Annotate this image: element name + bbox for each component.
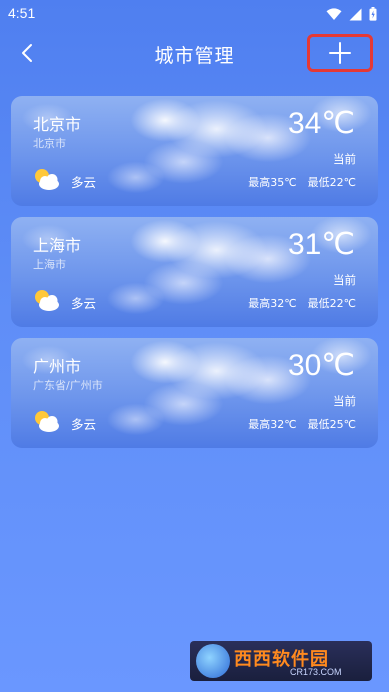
watermark-logo: 西西软件园 CR173.COM [190, 641, 372, 681]
temp-low: 最低22℃ [307, 176, 356, 189]
temp-high: 最高32℃ [248, 418, 297, 431]
current-label: 当前 [333, 394, 356, 408]
city-region: 上海市 [33, 258, 66, 271]
temp-low: 最低22℃ [307, 297, 356, 310]
temp-range: 最高32℃ 最低25℃ [248, 416, 356, 432]
city-region: 广东省/广州市 [33, 379, 103, 392]
city-card-beijing[interactable]: 北京市 北京市 多云 34℃ 当前 最高35℃ 最低22℃ [11, 96, 378, 206]
partly-cloudy-icon [35, 411, 59, 432]
watermark-emblem [196, 644, 230, 678]
plus-icon [329, 42, 351, 64]
watermark-url: CR173.COM [290, 667, 342, 677]
weather-desc: 多云 [71, 417, 97, 432]
status-icons [326, 7, 377, 21]
current-label: 当前 [333, 273, 356, 287]
city-name: 上海市 [33, 236, 82, 255]
header: 城市管理 [0, 28, 389, 80]
temp-low: 最低25℃ [307, 418, 356, 431]
wifi-icon [326, 7, 342, 20]
partly-cloudy-icon [35, 169, 59, 190]
add-city-button[interactable] [307, 34, 373, 72]
signal-icon [349, 8, 362, 20]
city-name: 广州市 [33, 357, 82, 376]
current-temp: 34℃ [287, 107, 355, 140]
temp-high: 最高32℃ [248, 297, 297, 310]
city-card-guangzhou[interactable]: 广州市 广东省/广州市 多云 30℃ 当前 最高32℃ 最低25℃ [11, 338, 378, 448]
battery-icon [369, 7, 377, 21]
status-bar: 4:51 [0, 0, 389, 28]
weather-desc: 多云 [71, 296, 97, 311]
temp-high: 最高35℃ [248, 176, 297, 189]
weather-desc: 多云 [71, 175, 97, 190]
city-card-shanghai[interactable]: 上海市 上海市 多云 31℃ 当前 最高32℃ 最低22℃ [11, 217, 378, 327]
city-list: 北京市 北京市 多云 34℃ 当前 最高35℃ 最低22℃ 上海市 上海市 多云… [11, 96, 378, 459]
city-region: 北京市 [33, 137, 66, 150]
partly-cloudy-icon [35, 290, 59, 311]
current-temp: 30℃ [287, 349, 355, 382]
current-temp: 31℃ [287, 228, 355, 261]
city-name: 北京市 [33, 115, 82, 134]
temp-range: 最高35℃ 最低22℃ [248, 174, 356, 190]
temp-range: 最高32℃ 最低22℃ [248, 295, 356, 311]
current-label: 当前 [333, 152, 356, 166]
status-time: 4:51 [8, 5, 36, 21]
